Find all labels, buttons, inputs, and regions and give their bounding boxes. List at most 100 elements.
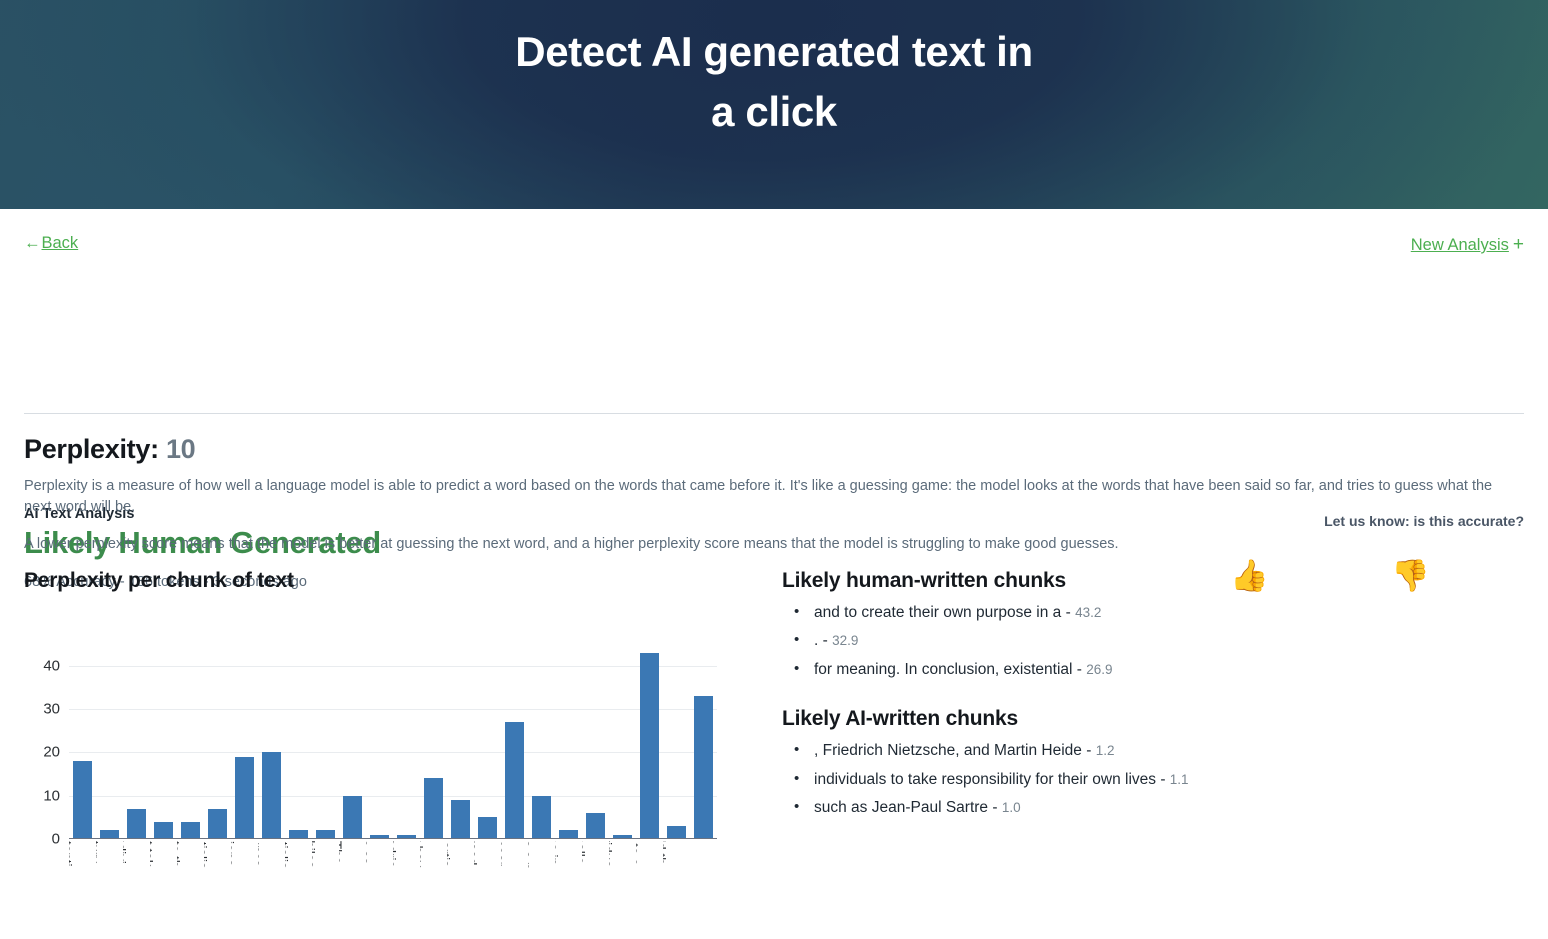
chart-x-tick-label: , Friedric [393, 841, 398, 868]
chart-x-axis [69, 837, 717, 839]
chart-bar[interactable] [505, 722, 524, 839]
chart-x-tick-label: art. The [339, 841, 344, 865]
chart-plot-area: 0 10 20 30 40 [43, 644, 717, 848]
chunk-list-item: , Friedrich Nietzsche, and Martin Heide … [782, 740, 1502, 761]
hero-title-line1: Detect AI generated text in [515, 28, 1033, 75]
top-nav-row: ←Back New Analysis + [24, 234, 1524, 260]
chart-bar-cell[interactable] [447, 644, 474, 839]
back-link[interactable]: ←Back [24, 234, 78, 253]
hero-title-line2: a click [711, 87, 837, 135]
chart-bar-cell[interactable] [123, 644, 150, 839]
chart-bar-cell[interactable] [609, 644, 636, 839]
chart-x-tick-label: on philos [312, 841, 317, 869]
chart-x-tick-label: and to c [636, 841, 641, 865]
chart-bar-cell[interactable] [690, 644, 717, 839]
chart-bar-cell[interactable] [636, 644, 663, 839]
chart-y-tick-label: 30 [43, 700, 60, 718]
chart-bar-cell[interactable] [528, 644, 555, 839]
chart-x-tick-label: It challe [582, 841, 587, 865]
chunk-score: 1.2 [1095, 743, 1115, 759]
chart-bar-cell[interactable] [339, 644, 366, 839]
chart-bar-cell[interactable] [69, 644, 96, 839]
chart-x-tick-cell: of the in [555, 841, 582, 939]
chart-bar-cell[interactable] [501, 644, 528, 839]
chart-x-tick-label: world th [663, 841, 668, 865]
chart-bar[interactable] [694, 696, 713, 839]
back-arrow-icon: ← [24, 234, 41, 252]
chart-x-tick-label: of aliena [231, 841, 236, 867]
chart-x-tick-cell: istentialis [204, 841, 231, 939]
chart-bar[interactable] [640, 652, 659, 839]
chunk-score: 1.0 [1001, 800, 1021, 816]
chart-bar-cell[interactable] [393, 644, 420, 839]
chunk-score: 1.1 [1169, 771, 1189, 787]
chart-x-tick-label: century [96, 841, 101, 864]
chart-bar[interactable] [208, 808, 227, 839]
chart-x-tick-label: istentialis [204, 841, 209, 869]
perplexity-title: Perplexity: 10 [24, 434, 196, 465]
chart-x-tick-label: Existenti [69, 841, 74, 867]
chart-bar-cell[interactable] [555, 644, 582, 839]
chunk-text: such as Jean-Paul Sartre - [814, 799, 1002, 817]
chart-x-tick-cell: and artis [447, 841, 474, 939]
chart-x-tick-label: ism is a p [528, 841, 533, 870]
chart-x-tick-label: the unce [258, 841, 263, 867]
chart-bar[interactable] [154, 821, 173, 839]
chart-bar-cell[interactable] [96, 644, 123, 839]
chart-x-tick-label: of indivi [123, 841, 128, 864]
chart-bar-cell[interactable] [285, 644, 312, 839]
chart-bar[interactable] [343, 795, 362, 839]
chart-x-tick-cell: istentialis [285, 841, 312, 939]
chunk-text: for meaning. In conclusion, existential … [814, 660, 1087, 678]
chart-y-tick-label: 0 [51, 830, 60, 848]
chunk-score: 32.9 [832, 633, 859, 649]
chart-bar-cell[interactable] [582, 644, 609, 839]
chart-bar-cell[interactable] [258, 644, 285, 839]
chunk-text: . - [814, 632, 833, 650]
chart-bar[interactable] [235, 756, 254, 839]
chart-bar[interactable] [478, 817, 497, 839]
chart-bar-cell[interactable] [312, 644, 339, 839]
chart-x-tick-label: create th [177, 841, 182, 868]
chart-bar[interactable] [73, 761, 92, 839]
chart-x-tick-cell: world th [663, 841, 690, 939]
chart-bar[interactable] [262, 752, 281, 839]
perplexity-paragraph-1: Perplexity is a measure of how well a la… [24, 478, 1493, 516]
chart-y-tick-label: 20 [43, 743, 60, 761]
new-analysis-label: New Analysis [1410, 236, 1509, 254]
chart-x-tick-cell: and to c [636, 841, 663, 939]
perplexity-bar-chart: 0 10 20 30 40 Existenti century of indivi must … [24, 619, 724, 939]
chart-bar[interactable] [181, 821, 200, 839]
chart-bar-cell[interactable] [420, 644, 447, 839]
chart-bar-cell[interactable] [204, 644, 231, 839]
chart-bar-cell[interactable] [177, 644, 204, 839]
chunk-text: individuals to take responsibility for t… [814, 770, 1170, 788]
chart-y-tick-label: 10 [43, 787, 60, 805]
chart-bar[interactable] [424, 778, 443, 839]
chart-bar[interactable] [127, 808, 146, 839]
human-chunks-list: and to create their own purpose in a - 4… [782, 602, 1502, 680]
chart-bar-cell[interactable] [150, 644, 177, 839]
chart-bar-cell[interactable] [366, 644, 393, 839]
back-link-label: Back [41, 234, 79, 252]
chart-bar[interactable] [451, 800, 470, 839]
chart-x-tick-cell: individua [609, 841, 636, 939]
chunk-list-item: such as Jean-Paul Sartre - 1.0 [782, 797, 1502, 818]
chunk-list-item: and to create their own purpose in a - 4… [782, 602, 1502, 623]
chart-x-tick-cell: of indivi [123, 841, 150, 939]
chart-x-tick-cell: as freed [474, 841, 501, 939]
chart-x-tick-cell: of aliena [231, 841, 258, 939]
human-chunks-heading: Likely human-written chunks [782, 569, 1066, 592]
ai-chunks-heading: Likely AI-written chunks [782, 707, 1018, 731]
chart-bar[interactable] [586, 813, 605, 839]
chart-bar[interactable] [532, 795, 551, 839]
chunk-text: , Friedrich Nietzsche, and Martin Heide … [814, 742, 1096, 760]
new-analysis-link[interactable]: New Analysis + [1411, 234, 1524, 256]
chart-bar-cell[interactable] [231, 644, 258, 839]
chunk-text: and to create their own purpose in a - [814, 604, 1076, 621]
chart-x-tick-label: as freed [474, 841, 479, 866]
chart-bar-cell[interactable] [474, 644, 501, 839]
chart-bar-cell[interactable] [663, 644, 690, 839]
chunk-list-item: individuals to take responsibility for t… [782, 769, 1502, 790]
page-content: ←Back New Analysis + AI Text Analysis Lik… [0, 209, 1548, 939]
